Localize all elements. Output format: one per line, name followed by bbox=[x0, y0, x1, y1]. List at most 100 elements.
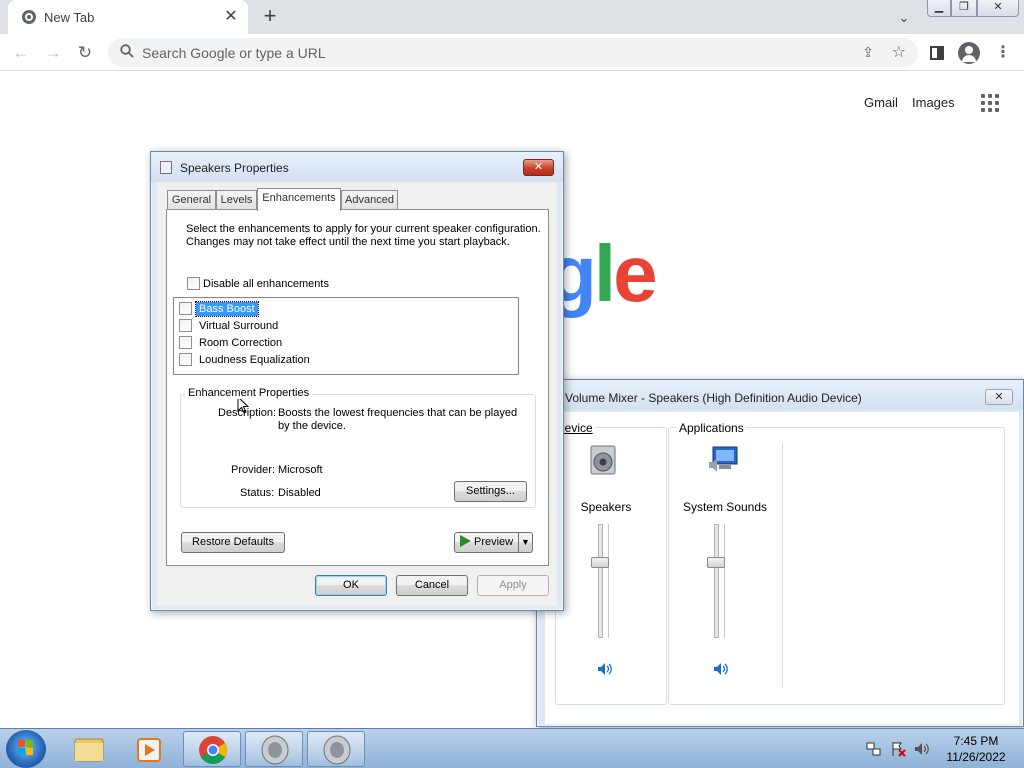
speakers-channel-name: Speakers bbox=[580, 500, 632, 514]
virtual-surround-label[interactable]: Virtual Surround bbox=[196, 319, 281, 333]
provider-value: Microsoft bbox=[278, 464, 323, 476]
status-value: Disabled bbox=[278, 487, 321, 499]
more-menu-icon[interactable]: ⋮ bbox=[992, 42, 1014, 64]
loudness-equalization-checkbox[interactable] bbox=[179, 353, 192, 366]
images-link[interactable]: Images bbox=[912, 95, 955, 110]
speakers-properties-dialog: Speakers Properties ✕ General Levels Enh… bbox=[150, 151, 564, 611]
settings-button[interactable]: Settings... bbox=[454, 481, 527, 502]
volume-mixer-close-button[interactable]: ✕ bbox=[985, 389, 1013, 405]
bookmark-star-icon[interactable]: ☆ bbox=[892, 42, 906, 62]
media-player-icon bbox=[137, 738, 161, 762]
volume-mixer-titlebar[interactable]: Volume Mixer - Speakers (High Definition… bbox=[537, 380, 1023, 410]
system-sounds-volume-ticks bbox=[724, 524, 730, 638]
play-icon bbox=[460, 535, 471, 547]
gmail-link[interactable]: Gmail bbox=[864, 95, 898, 110]
speakers-properties-titlebar[interactable]: Speakers Properties ✕ bbox=[151, 152, 563, 182]
tab-close-icon[interactable]: ✕ bbox=[222, 8, 240, 26]
enhancement-properties-group-wrap: Enhancement Properties Description: Boos… bbox=[180, 387, 536, 508]
speaker-device-icon bbox=[323, 735, 351, 765]
taskbar-clock[interactable]: 7:45 PM 11/26/2022 bbox=[936, 733, 1016, 765]
preview-dropdown-arrow-icon[interactable]: ▼ bbox=[518, 533, 532, 552]
tab-title: New Tab bbox=[44, 10, 95, 25]
bass-boost-checkbox[interactable] bbox=[179, 302, 192, 315]
preview-button[interactable]: Preview ▼ bbox=[454, 532, 533, 553]
cancel-button[interactable]: Cancel bbox=[396, 575, 468, 596]
enhancement-properties-title: Enhancement Properties bbox=[185, 387, 313, 399]
action-center-flag-icon[interactable] bbox=[890, 741, 906, 757]
start-button-windows-icon[interactable] bbox=[6, 730, 46, 768]
back-arrow-icon[interactable]: ← bbox=[10, 42, 32, 64]
chrome-icon bbox=[199, 736, 227, 764]
system-sounds-mute-speaker-icon[interactable] bbox=[712, 661, 730, 677]
ok-button[interactable]: OK bbox=[315, 575, 387, 596]
tab-search-chevron-icon[interactable]: ⌄ bbox=[896, 10, 912, 25]
disable-all-label: Disable all enhancements bbox=[203, 278, 329, 290]
explorer-taskbar-button[interactable] bbox=[60, 731, 118, 767]
window-close-button[interactable]: ✕ bbox=[977, 0, 1019, 17]
system-sounds-volume-track[interactable] bbox=[714, 524, 719, 638]
speaker-properties-icon bbox=[160, 161, 172, 174]
folder-icon bbox=[74, 738, 104, 762]
loudness-equalization-label[interactable]: Loudness Equalization bbox=[196, 353, 313, 367]
browser-tab[interactable]: New Tab ✕ bbox=[8, 0, 248, 34]
applications-group-label: Applications bbox=[677, 421, 746, 435]
speakers-properties-body: General Levels Enhancements Advanced Sel… bbox=[157, 182, 557, 606]
google-apps-grid-icon[interactable] bbox=[981, 94, 999, 112]
system-sounds-icon bbox=[709, 446, 738, 472]
volume-mixer-taskbar-button[interactable] bbox=[307, 731, 365, 767]
applications-divider bbox=[782, 443, 783, 688]
clock-date: 11/26/2022 bbox=[946, 750, 1006, 764]
device-group: Device Speakers bbox=[554, 421, 667, 705]
chrome-taskbar-button[interactable] bbox=[183, 731, 241, 767]
tab-levels[interactable]: Levels bbox=[216, 190, 257, 210]
room-correction-checkbox[interactable] bbox=[179, 336, 192, 349]
bass-boost-label[interactable]: Bass Boost bbox=[195, 301, 259, 317]
address-bar[interactable]: Search Google or type a URL ⇪ ☆ bbox=[108, 38, 918, 67]
description-value: Boosts the lowest frequencies that can b… bbox=[278, 407, 518, 432]
provider-label: Provider: bbox=[231, 464, 276, 476]
volume-mixer-title: Volume Mixer - Speakers (High Definition… bbox=[565, 391, 862, 405]
window-restore-button[interactable]: ❐ bbox=[951, 0, 977, 17]
profile-avatar-icon[interactable] bbox=[958, 42, 980, 64]
disable-all-checkbox[interactable] bbox=[187, 277, 200, 290]
virtual-surround-checkbox[interactable] bbox=[179, 319, 192, 332]
speakers-volume-slider-thumb[interactable] bbox=[591, 556, 609, 568]
speakers-properties-close-button[interactable]: ✕ bbox=[523, 159, 554, 176]
tab-enhancements[interactable]: Enhancements bbox=[257, 188, 341, 211]
forward-arrow-icon[interactable]: → bbox=[42, 42, 64, 64]
room-correction-label[interactable]: Room Correction bbox=[196, 336, 285, 350]
chrome-favicon-icon bbox=[22, 10, 36, 24]
media-player-taskbar-button[interactable] bbox=[120, 731, 178, 767]
sound-taskbar-button[interactable] bbox=[245, 731, 303, 767]
volume-tray-icon[interactable] bbox=[914, 741, 930, 757]
speakers-volume-track[interactable] bbox=[598, 524, 603, 638]
description-label: Description: bbox=[218, 407, 277, 419]
speakers-properties-title: Speakers Properties bbox=[180, 161, 289, 175]
tab-general[interactable]: General bbox=[167, 190, 216, 210]
side-panel-icon[interactable] bbox=[926, 42, 948, 64]
browser-tab-strip: New Tab ✕ + ⌄ ▁ ❐ ✕ bbox=[0, 0, 1024, 34]
speakers-mute-speaker-icon[interactable] bbox=[596, 661, 614, 677]
clock-time: 7:45 PM bbox=[953, 734, 999, 748]
share-icon[interactable]: ⇪ bbox=[862, 44, 874, 61]
enhancements-list: Bass Boost Virtual Surround Room Correct… bbox=[173, 297, 519, 414]
system-sounds-channel-name: System Sounds bbox=[682, 500, 768, 514]
enhancement-properties-group: Enhancement Properties Description: Boos… bbox=[180, 387, 536, 508]
reload-icon[interactable]: ↻ bbox=[74, 42, 96, 64]
taskbar: 7:45 PM 11/26/2022 bbox=[0, 728, 1024, 768]
intro-text: Select the enhancements to apply for you… bbox=[186, 223, 541, 248]
system-sounds-volume-slider-thumb[interactable] bbox=[707, 556, 725, 568]
new-tab-button[interactable]: + bbox=[258, 5, 282, 28]
apply-button[interactable]: Apply bbox=[477, 575, 549, 596]
volume-mixer-window: Volume Mixer - Speakers (High Definition… bbox=[536, 379, 1024, 727]
address-bar-placeholder: Search Google or type a URL bbox=[142, 45, 326, 61]
network-tray-icon[interactable] bbox=[866, 741, 882, 757]
tab-advanced[interactable]: Advanced bbox=[341, 190, 398, 210]
search-icon bbox=[120, 44, 134, 58]
restore-defaults-button[interactable]: Restore Defaults bbox=[181, 532, 285, 553]
speakers-device-icon bbox=[590, 445, 616, 475]
status-label: Status: bbox=[240, 487, 275, 499]
enhancements-tab-panel: Select the enhancements to apply for you… bbox=[166, 209, 549, 566]
window-minimize-button[interactable]: ▁ bbox=[927, 0, 951, 17]
browser-toolbar: ← → ↻ Search Google or type a URL ⇪ ☆ ⋮ bbox=[0, 34, 1024, 71]
